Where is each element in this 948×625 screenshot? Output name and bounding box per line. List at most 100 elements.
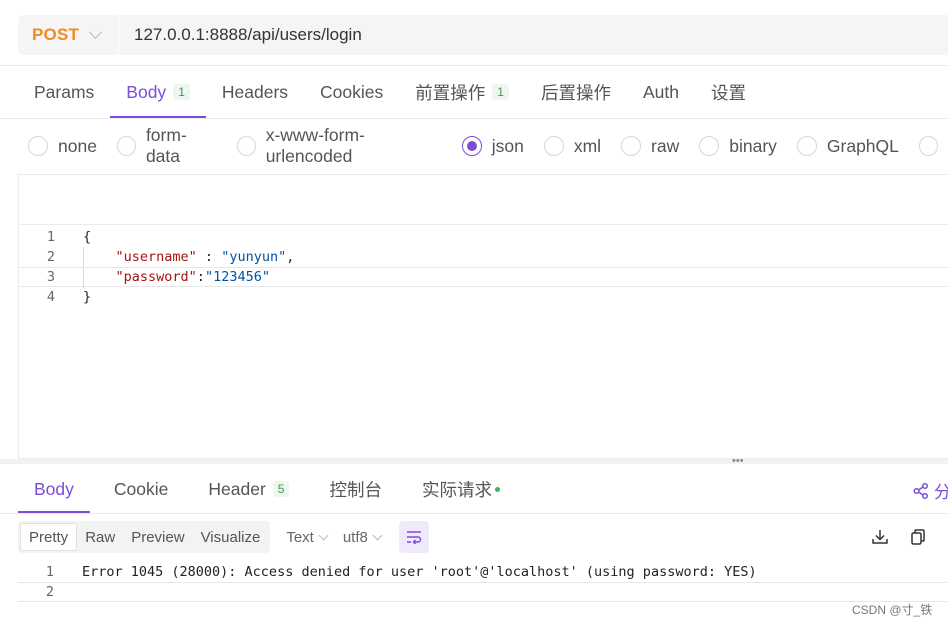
tab-label: 前置操作 xyxy=(415,82,486,103)
json-sep: : xyxy=(196,269,205,285)
radio-xml[interactable]: xml xyxy=(543,135,602,157)
code-text: "username" : "yunyun", xyxy=(83,247,295,267)
radio-none[interactable]: none xyxy=(28,136,97,157)
view-preview[interactable]: Preview xyxy=(123,523,192,551)
tab-settings[interactable]: 设置 xyxy=(695,66,762,118)
tab-response-header[interactable]: Header 5 xyxy=(192,465,305,513)
tab-response-body[interactable]: Body xyxy=(18,465,90,513)
format-dropdown[interactable]: Text xyxy=(286,529,329,546)
chevron-down-icon xyxy=(89,26,102,39)
status-dot-icon xyxy=(494,486,500,492)
radio-label: json xyxy=(491,135,524,156)
radio-x-www-form-urlencoded[interactable]: x-www-form-urlencoded xyxy=(236,125,442,167)
editor-toolbar xyxy=(19,175,948,225)
radio-form-data[interactable]: form-data xyxy=(116,125,217,167)
wrap-lines-button[interactable] xyxy=(398,521,429,553)
response-body-viewer[interactable]: 1 Error 1045 (28000): Access denied for … xyxy=(18,562,948,602)
code-area[interactable]: 1 { 2 "username" : "yunyun", 3 "password… xyxy=(19,225,948,307)
code-line-current: 2 xyxy=(18,582,948,602)
method-label: POST xyxy=(32,25,80,44)
code-line-current: 3 "password":"123456" xyxy=(19,267,948,288)
tab-actual-request[interactable]: 实际请求 xyxy=(406,465,516,513)
tab-pre-request[interactable]: 前置操作 1 xyxy=(399,66,525,118)
request-tabs: Params Body 1 Headers Cookies 前置操作 1 后置操作 … xyxy=(18,66,762,118)
tab-response-cookie[interactable]: Cookie xyxy=(98,465,184,513)
share-label: 分 xyxy=(934,483,948,502)
request-body-editor[interactable]: 1 { 2 "username" : "yunyun", 3 "password… xyxy=(18,174,948,459)
radio-circle-icon xyxy=(621,136,642,156)
tab-headers[interactable]: Headers xyxy=(206,66,304,118)
url-input[interactable]: 127.0.0.1:8888/api/users/login xyxy=(119,25,362,45)
json-key: "password" xyxy=(115,269,197,285)
tab-label: Params xyxy=(34,81,95,102)
chevron-down-icon xyxy=(372,530,383,540)
tab-label: 后置操作 xyxy=(540,82,611,103)
tab-label: Headers xyxy=(221,81,289,102)
code-text: Error 1045 (28000): Access denied for us… xyxy=(82,564,757,580)
code-line: 2 "username" : "yunyun", xyxy=(19,247,948,267)
copy-icon xyxy=(911,529,925,545)
tab-cookies[interactable]: Cookies xyxy=(304,66,399,118)
line-number: 1 xyxy=(45,564,54,580)
view-raw[interactable]: Raw xyxy=(77,523,123,551)
view-pretty[interactable]: Pretty xyxy=(20,523,78,551)
json-punc: , xyxy=(286,249,295,265)
code-text: "password":"123456" xyxy=(83,268,270,286)
share-button[interactable]: 分 xyxy=(912,478,948,503)
radio-checked-icon xyxy=(461,136,482,156)
encoding-dropdown[interactable]: utf8 xyxy=(343,529,383,546)
json-value: "yunyun" xyxy=(221,249,287,265)
tab-label: Body xyxy=(126,81,167,102)
radio-graphql[interactable]: GraphQL xyxy=(796,135,899,157)
tab-label: Cookies xyxy=(320,81,384,102)
tab-label: 实际请求 xyxy=(421,479,492,500)
line-number: 3 xyxy=(46,269,55,285)
view-mode-segmented: Pretty Raw Preview Visualize xyxy=(18,521,271,553)
code-line: 1 Error 1045 (28000): Access denied for … xyxy=(18,562,948,582)
view-visualize[interactable]: Visualize xyxy=(193,523,269,551)
radio-label: GraphQL xyxy=(826,135,899,156)
code-line: 1 { xyxy=(19,227,948,247)
tab-body[interactable]: Body 1 xyxy=(110,66,206,118)
response-tabs: Body Cookie Header 5 控制台 实际请求 xyxy=(18,465,524,513)
radio-circle-icon xyxy=(796,136,817,156)
tab-label: Auth xyxy=(642,81,679,102)
share-icon xyxy=(913,482,929,499)
download-icon xyxy=(872,530,888,544)
radio-circle-icon xyxy=(28,136,48,156)
json-key: "username" xyxy=(115,249,197,265)
radio-binary[interactable]: binary xyxy=(699,136,777,157)
radio-circle-icon xyxy=(699,136,720,156)
line-number: 2 xyxy=(46,249,55,265)
json-sep: : xyxy=(196,249,222,265)
code-text: } xyxy=(83,289,92,305)
line-number: 4 xyxy=(46,289,55,305)
method-selector[interactable]: POST xyxy=(18,15,118,55)
copy-button[interactable] xyxy=(908,527,928,547)
watermark: CSDN @寸_铁 xyxy=(852,603,933,617)
radio-label: xml xyxy=(573,135,602,156)
wrap-lines-icon xyxy=(406,531,422,544)
download-button[interactable] xyxy=(870,527,890,547)
divider xyxy=(0,118,948,119)
tab-console[interactable]: 控制台 xyxy=(313,465,398,513)
tab-label: 设置 xyxy=(710,82,746,103)
tab-badge: 1 xyxy=(173,84,190,100)
panel-resize-handle[interactable] xyxy=(0,459,948,464)
json-value: "123456" xyxy=(204,269,270,285)
tab-params[interactable]: Params xyxy=(18,66,110,118)
line-number: 2 xyxy=(45,584,54,600)
response-toolbar: Pretty Raw Preview Visualize Text utf8 xyxy=(18,520,948,554)
tab-badge: 1 xyxy=(492,84,509,100)
radio-circle-icon xyxy=(116,136,136,156)
drag-dots-icon[interactable]: ••• xyxy=(732,456,744,467)
chevron-down-icon xyxy=(318,530,329,540)
radio-circle-icon xyxy=(236,136,256,156)
radio-json[interactable]: json xyxy=(461,135,524,157)
tab-auth[interactable]: Auth xyxy=(627,66,695,118)
radio-label: raw xyxy=(651,135,680,156)
tab-post-request[interactable]: 后置操作 xyxy=(525,66,627,118)
tab-badge: 5 xyxy=(272,481,290,497)
radio-raw[interactable]: raw xyxy=(621,136,679,157)
radio-circle-icon[interactable] xyxy=(918,136,938,156)
